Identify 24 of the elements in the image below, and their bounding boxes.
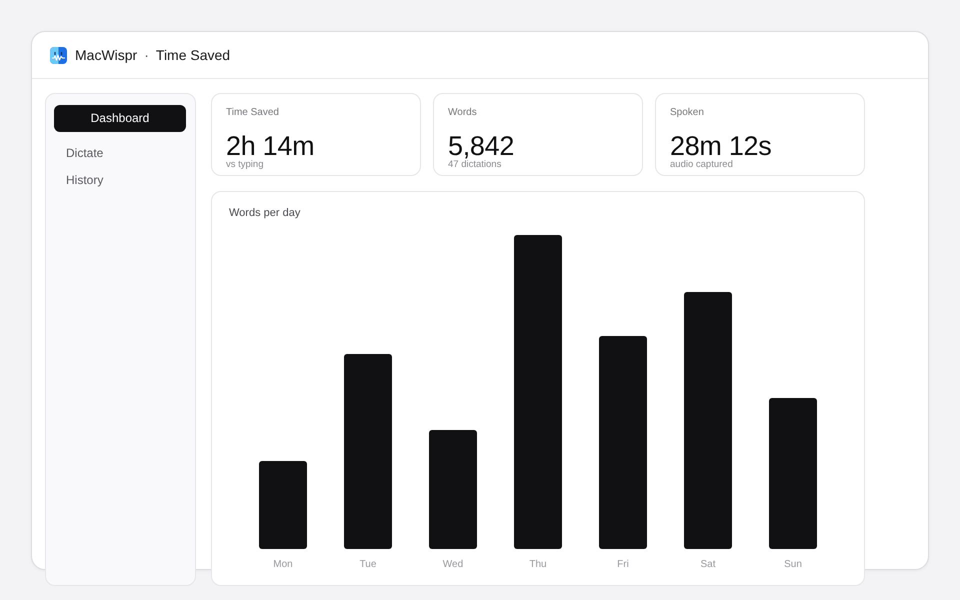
day-label: Wed	[442, 559, 464, 571]
day-label: Sat	[700, 559, 716, 571]
stat-label: Words	[448, 106, 477, 119]
title-separator: ·	[144, 47, 149, 63]
stat-label: Spoken	[670, 106, 704, 119]
day-label: Mon	[273, 559, 293, 571]
day-label: Fri	[617, 559, 629, 571]
nav-item[interactable]: History	[54, 167, 186, 194]
day-label: Sun	[784, 559, 802, 571]
stat-value: 2h 14m	[226, 133, 314, 159]
nav-item[interactable]: Dictate	[54, 140, 186, 167]
stat-caption: vs typing	[226, 159, 264, 170]
day-label: Thu	[529, 559, 547, 571]
waveform-tile-icon	[50, 46, 67, 64]
stat-value: 28m 12s	[670, 133, 772, 159]
chart-title: Words per day	[229, 206, 300, 220]
stat-value: 5,842	[448, 133, 514, 159]
stat-caption: audio captured	[670, 159, 733, 170]
app-name: MacWispr	[75, 47, 138, 63]
stat-caption: 47 dictations	[448, 159, 502, 170]
day-label: Tue	[360, 559, 376, 571]
nav-item[interactable]: Dashboard	[54, 105, 186, 132]
stat-label: Time Saved	[226, 106, 279, 119]
window-title: Time Saved	[156, 47, 230, 63]
